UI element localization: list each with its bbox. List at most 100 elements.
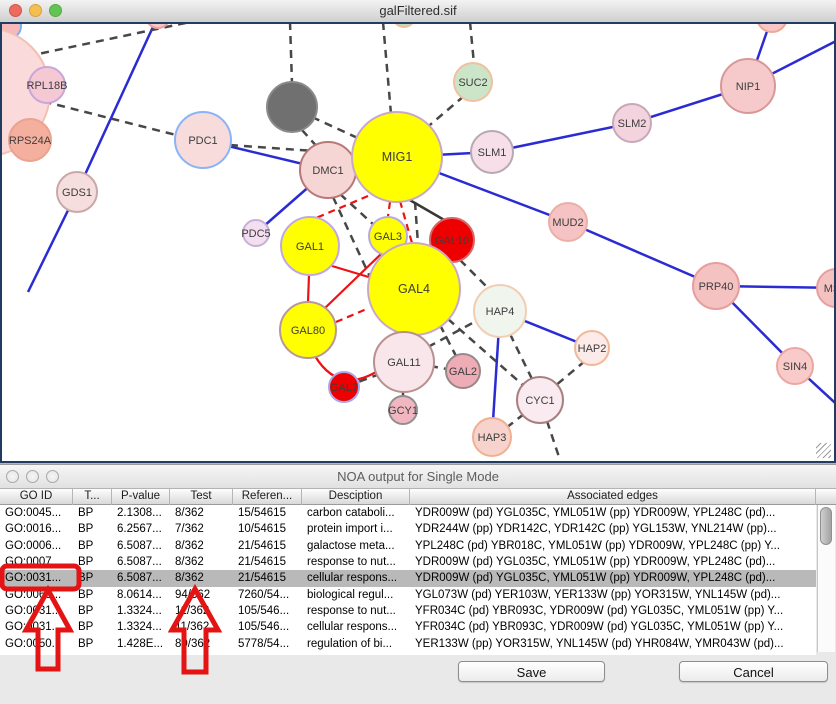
node-GAL2[interactable]: GAL2 [446,354,480,388]
table-cell: BP [73,556,112,568]
node-PRP40[interactable]: PRP40 [693,263,739,309]
table-cell: 6.5087... [112,540,170,552]
node-label: GAL11 [387,357,420,369]
node-label: GCY1 [388,405,418,417]
node-HAP2[interactable]: HAP2 [575,331,609,365]
table-cell: GO:0045... [0,507,73,519]
node-label: HAP3 [478,432,507,444]
table-cell: GO:0006... [0,540,73,552]
table-cell: 5778/54... [233,638,302,650]
node-NIP1[interactable]: NIP1 [721,59,775,113]
table-cell: GO:0007... [0,556,73,568]
column-header[interactable]: Test [170,489,233,505]
node-SLM1[interactable]: SLM1 [471,131,513,173]
node-PDC5[interactable]: PDC5 [241,220,270,246]
node-DMC1[interactable]: DMC1 [300,142,356,198]
node-GDS1[interactable]: GDS1 [57,172,97,212]
node-GAL11[interactable]: GAL11 [374,332,434,392]
table-cell: 10/54615 [233,523,302,535]
table-cell: 7260/54... [233,589,302,601]
column-header[interactable]: GO ID [0,489,73,505]
table-cell: 8/362 [170,572,233,584]
table-cell: cellular respons... [302,572,410,584]
table-cell: YPL248C (pd) YBR018C, YML051W (pp) YDR00… [410,540,816,552]
table-cell: cellular respons... [302,621,410,633]
node-HAP3[interactable]: HAP3 [473,418,511,456]
node-RPS24A[interactable]: RPS24A [9,119,52,161]
node-MIG1[interactable]: MIG1 [352,112,442,202]
node-CYC1[interactable]: CYC1 [517,377,563,423]
node-label: SUC2 [458,77,487,89]
node-MSN[interactable]: MSN [817,269,836,307]
table-cell: 21/54615 [233,556,302,568]
node-GAL80[interactable]: GAL80 [280,302,336,358]
table-cell: BP [73,572,112,584]
table-cell: GO:0031... [0,621,73,633]
node-label: GAL10 [435,235,469,247]
node-GAL4[interactable]: GAL4 [368,243,460,335]
table-row[interactable]: GO:0050...BP1.428E...80/3625778/54...reg… [0,636,816,652]
node-label: GAL80 [291,325,325,337]
node-HAP4[interactable]: HAP4 [474,285,526,337]
node-pink-partial-topright[interactable] [757,22,787,32]
node-label: GAL2 [449,366,477,378]
column-header[interactable]: P-value [112,489,170,505]
table-cell: 1.428E... [112,638,170,650]
node-GCY1[interactable]: GCY1 [388,396,418,424]
node-SUC2[interactable]: SUC2 [454,63,492,101]
network-window: galFiltered.sif RPL18BRPS24AGDS1PDC1DMC1… [0,0,836,461]
noa-titlebar: NOA output for Single Mode [0,465,836,489]
cancel-button[interactable]: Cancel [679,661,828,682]
table-cell: 7/362 [170,523,233,535]
node-label: HAP2 [578,343,607,355]
scrollbar-thumb[interactable] [820,507,832,545]
table-cell: GO:0050... [0,638,73,650]
node-SLM2[interactable]: SLM2 [613,104,651,142]
table-row[interactable]: GO:0031...BP6.5087...8/36221/54615cellul… [0,570,816,586]
table-row[interactable]: GO:0045...BP2.1308...8/36215/54615carbon… [0,505,816,521]
node-SIN4[interactable]: SIN4 [777,348,813,384]
table-cell: GO:0065... [0,589,73,601]
edge-blue [568,222,716,286]
node-PDC1[interactable]: PDC1 [175,112,231,168]
node-label: CYC1 [525,395,554,407]
table-header: GO IDT...P-valueTestReferen...Desciption… [0,489,816,505]
node-label: RPS24A [9,135,52,147]
table-row[interactable]: GO:0031...BP1.3324...11/362105/546...cel… [0,619,816,635]
node-label: MIG1 [382,150,413,164]
table-cell: response to nut... [302,556,410,568]
table-cell: 8/362 [170,556,233,568]
table-body: GO:0045...BP2.1308...8/36215/54615carbon… [0,505,816,655]
table-row[interactable]: GO:0031...BP1.3324...11/362105/546...res… [0,603,816,619]
node-label: PDC5 [241,228,270,240]
column-header[interactable]: T... [73,489,112,505]
node-GAL1[interactable]: GAL1 [281,217,339,275]
table-cell: 15/54615 [233,507,302,519]
resize-grip-icon[interactable] [816,443,831,458]
table-cell: 80/362 [170,638,233,650]
edge-gray-dash [383,22,391,114]
screen: galFiltered.sif RPL18BRPS24AGDS1PDC1DMC1… [0,0,836,704]
table-cell: regulation of bi... [302,638,410,650]
column-header[interactable]: Referen... [233,489,302,505]
table-cell: BP [73,507,112,519]
column-header[interactable]: Desciption [302,489,410,505]
node-GAL7[interactable]: GAL7 [329,372,359,402]
table-row[interactable]: GO:0016...BP6.2567...7/36210/54615protei… [0,521,816,537]
node-green-partial[interactable] [393,22,415,27]
save-button[interactable]: Save [458,661,605,682]
edge-gray-dash [470,22,474,64]
table-cell: carbon cataboli... [302,507,410,519]
edge-gray-dash [506,414,524,428]
table-header-corner [816,489,836,505]
column-header[interactable]: Associated edges [410,489,816,505]
table-row[interactable]: GO:0007...BP6.5087...8/36221/54615respon… [0,554,816,570]
node-label: SIN4 [783,361,807,373]
node-MUD2[interactable]: MUD2 [549,203,587,241]
table-cell: 8/362 [170,507,233,519]
table-row[interactable]: GO:0006...BP6.5087...8/36221/54615galact… [0,538,816,554]
network-canvas[interactable]: RPL18BRPS24AGDS1PDC1DMC1MIG1SUC2NIP1SLM2… [0,22,836,463]
node-gray-node[interactable] [267,82,317,132]
table-row[interactable]: GO:0065...BP8.0614...94/3627260/54...bio… [0,587,816,603]
vertical-scrollbar[interactable] [817,505,835,652]
